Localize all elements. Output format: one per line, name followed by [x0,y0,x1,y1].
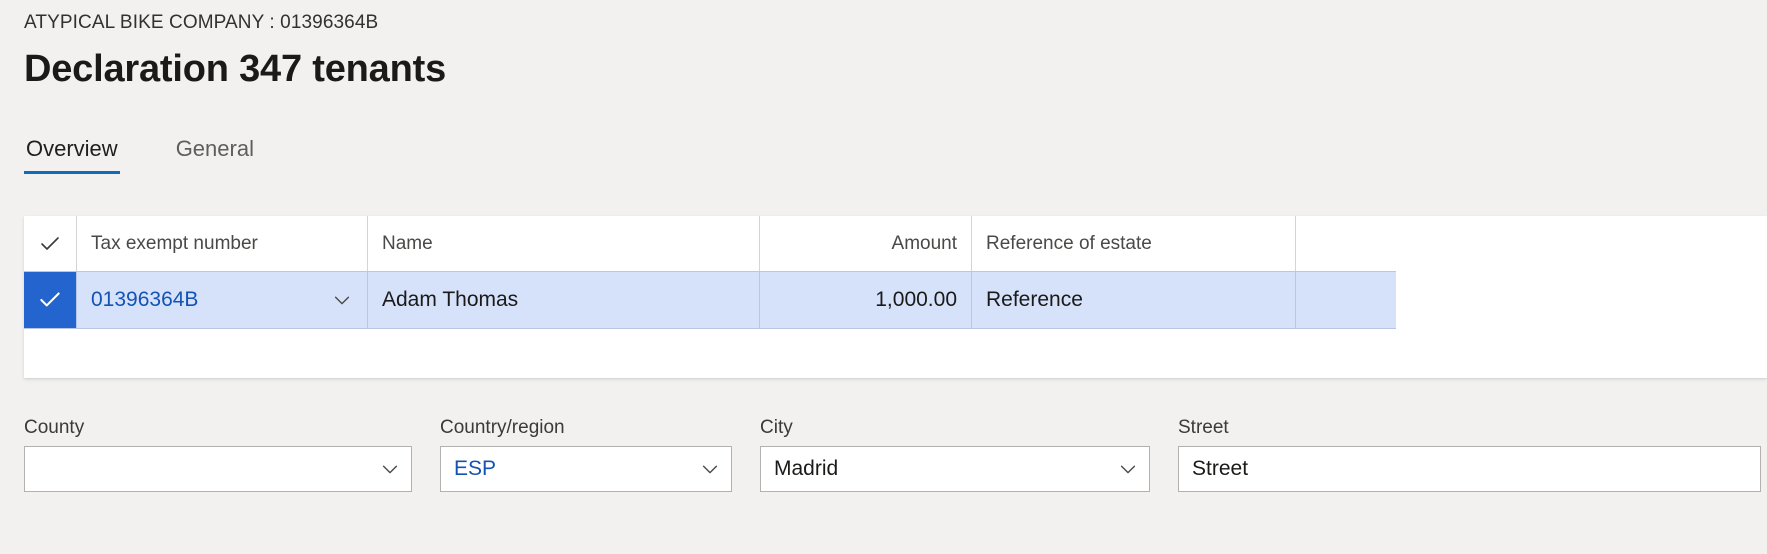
chevron-down-icon[interactable] [693,458,721,480]
field-city-label: City [760,417,793,438]
column-header-label: Tax exempt number [91,232,258,254]
data-grid-columns: Tax exempt number Name Amount Reference … [24,216,1396,329]
column-header-label: Name [382,232,433,254]
column-header-label: Amount [891,232,957,254]
table-header-row: Tax exempt number Name Amount Reference … [24,216,1396,272]
column-header-reference-of-estate[interactable]: Reference of estate [972,216,1296,271]
column-header-label: Reference of estate [986,232,1152,254]
cell-tax-exempt-number[interactable]: 01396364B [77,272,368,328]
field-street: Street Street [1178,416,1761,492]
address-form: County Country/region ESP City Madrid St… [24,416,1767,492]
field-city: City Madrid [760,416,1150,492]
chevron-down-icon[interactable] [1111,458,1139,480]
checkmark-icon [38,232,62,256]
table-row[interactable]: 01396364B Adam Thomas 1,000.00 Reference [24,272,1396,329]
field-country-region: Country/region ESP [440,416,732,492]
country-region-input-value: ESP [454,457,497,480]
field-county: County [24,416,412,492]
chevron-down-icon[interactable] [331,289,353,311]
cell-reference-of-estate-value: Reference [986,288,1083,311]
data-grid: Tax exempt number Name Amount Reference … [24,216,1767,378]
cell-amount-value: 1,000.00 [875,288,957,311]
cell-amount[interactable]: 1,000.00 [760,272,972,328]
cell-name[interactable]: Adam Thomas [368,272,760,328]
page-title: Declaration 347 tenants [24,48,447,90]
street-input-value: Street [1192,457,1249,480]
country-region-input[interactable]: ESP [440,446,732,492]
column-header-name[interactable]: Name [368,216,760,271]
tab-overview-label: Overview [26,136,118,161]
checkmark-icon [37,287,63,313]
tab-general[interactable]: General [174,134,256,174]
chevron-down-icon[interactable] [373,458,401,480]
field-country-region-label: Country/region [440,417,565,438]
row-select-checkbox[interactable] [24,272,77,328]
county-input[interactable] [24,446,412,492]
cell-reference-of-estate[interactable]: Reference [972,272,1296,328]
field-county-label: County [24,417,85,438]
city-input[interactable]: Madrid [760,446,1150,492]
city-input-value: Madrid [774,457,839,480]
column-header-tax-exempt-number[interactable]: Tax exempt number [77,216,368,271]
cell-name-value: Adam Thomas [382,288,519,311]
select-all-checkbox[interactable] [24,216,77,271]
tab-overview[interactable]: Overview [24,134,120,174]
field-street-label: Street [1178,417,1229,438]
breadcrumb: ATYPICAL BIKE COMPANY : 01396364B [24,12,379,33]
page-header: ATYPICAL BIKE COMPANY : 01396364B Declar… [24,10,446,93]
tab-general-label: General [175,136,254,161]
cell-tax-exempt-number-value: 01396364B [91,288,199,311]
street-input[interactable]: Street [1178,446,1761,492]
column-header-amount[interactable]: Amount [760,216,972,271]
tabstrip: Overview General [24,134,310,174]
